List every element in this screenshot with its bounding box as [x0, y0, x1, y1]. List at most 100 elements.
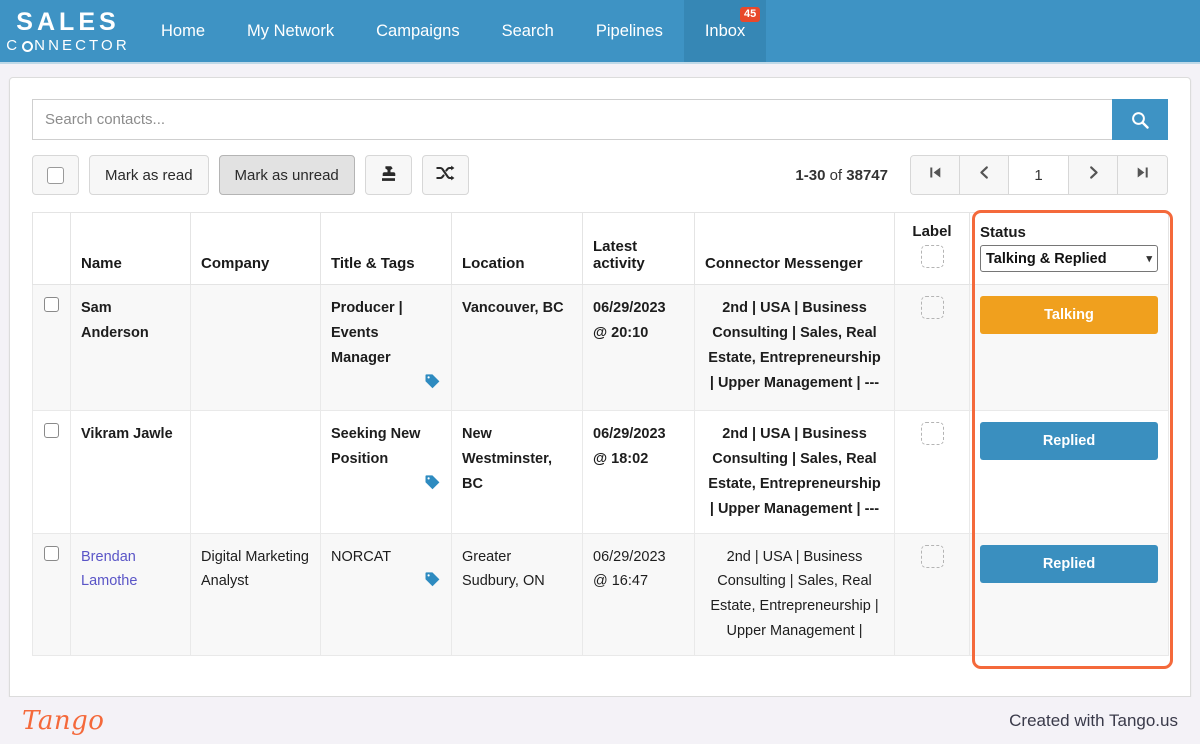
row-company: Digital Marketing Analyst: [190, 532, 321, 657]
select-all-checkbox[interactable]: [32, 155, 79, 195]
row-title-text: NORCAT: [331, 548, 392, 565]
row-connector-messenger: 2nd | USA | Business Consulting | Sales,…: [694, 532, 895, 657]
row-connector-messenger: 2nd | USA | Business Consulting | Sales,…: [694, 409, 895, 534]
row-company: [190, 284, 321, 411]
created-with-credit: Created with Tango.us: [1009, 710, 1178, 730]
nav-item-search[interactable]: Search: [481, 0, 575, 62]
col-header-status: Status Talking & Replied Talking Replied…: [969, 212, 1169, 285]
col-header-label: Label: [894, 212, 970, 285]
brand-logo-line2: C NNECTOR: [6, 36, 130, 54]
first-page-button[interactable]: [911, 156, 960, 194]
row-status-cell: Talking: [969, 284, 1169, 411]
tag-icon[interactable]: [331, 373, 441, 399]
row-title-tags: NORCAT: [320, 532, 452, 657]
action-toolbar: Mark as read Mark as unread 1-30 of 3874…: [32, 155, 1168, 195]
row-title-text: Seeking New Position: [331, 425, 421, 467]
prev-page-button[interactable]: [960, 156, 1009, 194]
mark-as-unread-label: Mark as unread: [234, 166, 339, 184]
status-button[interactable]: Talking: [980, 296, 1158, 334]
nav-item-home[interactable]: Home: [140, 0, 226, 62]
inbox-card: Mark as read Mark as unread: [9, 77, 1191, 697]
table-row[interactable]: Vikram Jawle Seeking New Position New We…: [32, 409, 1169, 534]
row-activity-time: @ 16:47: [593, 573, 649, 590]
shuffle-icon: [435, 163, 455, 187]
status-button[interactable]: Replied: [980, 421, 1158, 460]
tag-icon[interactable]: [331, 474, 441, 500]
row-checkbox-cell[interactable]: [32, 409, 71, 534]
row-latest-activity: 06/29/2023 @ 18:02: [582, 409, 695, 534]
col-header-company[interactable]: Company: [190, 212, 321, 285]
tag-icon[interactable]: [331, 571, 441, 597]
row-name[interactable]: Brendan Lamothe: [70, 532, 191, 657]
table-row[interactable]: Brendan Lamothe Digital Marketing Analys…: [32, 532, 1169, 657]
stamp-button[interactable]: [364, 155, 412, 195]
row-name[interactable]: Sam Anderson: [70, 284, 191, 411]
label-placeholder-icon: [920, 544, 944, 568]
row-label-cell[interactable]: [894, 409, 970, 534]
row-checkbox-icon: [44, 545, 59, 561]
col-header-label-text: Label: [912, 223, 952, 240]
status-filter-select[interactable]: Talking & Replied Talking Replied All: [980, 245, 1158, 272]
col-header-latest-activity[interactable]: Latest activity: [582, 212, 695, 285]
row-checkbox-icon: [44, 297, 59, 312]
row-activity-date: 06/29/2023: [593, 548, 666, 565]
top-navigation-bar: SALES C NNECTOR Home My Network Campaigns…: [0, 0, 1200, 64]
row-location: Vancouver, BC: [451, 284, 583, 411]
row-activity-date: 06/29/2023: [593, 425, 666, 442]
nav-item-my-network-label: My Network: [247, 21, 335, 40]
row-connector-messenger: 2nd | USA | Business Consulting | Sales,…: [694, 284, 895, 411]
row-activity-time: @ 20:10: [593, 324, 649, 341]
row-label-cell[interactable]: [894, 284, 970, 411]
col-header-location[interactable]: Location: [451, 212, 583, 285]
nav-item-my-network[interactable]: My Network: [226, 0, 355, 62]
next-page-icon: [1086, 165, 1101, 185]
row-checkbox-cell[interactable]: [32, 284, 71, 411]
nav-item-inbox-label: Inbox: [704, 21, 746, 40]
search-row: [32, 99, 1168, 140]
result-range: 1-30: [795, 166, 826, 184]
row-status-cell: Replied: [969, 409, 1169, 534]
mark-as-unread-button[interactable]: Mark as unread: [218, 155, 355, 195]
footer-bar: Tango Created with Tango.us: [0, 697, 1200, 744]
col-header-connector-messenger[interactable]: Connector Messenger: [694, 212, 895, 285]
next-page-button[interactable]: [1069, 156, 1118, 194]
last-page-button[interactable]: [1118, 156, 1167, 194]
row-latest-activity: 06/29/2023 @ 20:10: [582, 284, 695, 411]
logo-o-ring-icon: [21, 40, 33, 52]
nav-item-pipelines[interactable]: Pipelines: [575, 0, 684, 62]
row-activity-time: @ 18:02: [593, 450, 649, 467]
label-placeholder-icon[interactable]: [905, 245, 959, 272]
result-count: 1-30 of 38747: [795, 167, 888, 184]
nav-item-inbox[interactable]: Inbox 45: [683, 0, 767, 62]
nav-item-search-label: Search: [501, 21, 554, 40]
row-checkbox-cell[interactable]: [32, 532, 71, 657]
status-button[interactable]: Replied: [980, 544, 1158, 583]
row-label-cell[interactable]: [894, 532, 970, 657]
nav-item-campaigns[interactable]: Campaigns: [355, 0, 480, 62]
row-latest-activity: 06/29/2023 @ 16:47: [582, 532, 695, 657]
last-page-icon: [1135, 165, 1150, 185]
result-of-word: of: [829, 166, 843, 184]
shuffle-button[interactable]: [421, 155, 469, 195]
label-placeholder-icon: [920, 296, 944, 319]
contacts-table: Name Company Title & Tags Location Lates…: [32, 212, 1169, 657]
status-filter-label: Status: [980, 224, 1026, 241]
search-input[interactable]: [32, 99, 1112, 140]
nav-item-home-label: Home: [161, 21, 206, 40]
row-activity-date: 06/29/2023: [593, 300, 666, 316]
row-company: [190, 409, 321, 534]
col-header-name[interactable]: Name: [70, 212, 191, 285]
search-icon: [1130, 110, 1150, 130]
table-header-row: Name Company Title & Tags Location Lates…: [32, 212, 1169, 285]
checkbox-icon: [47, 166, 64, 184]
search-button[interactable]: [1112, 99, 1168, 140]
col-header-title-tags[interactable]: Title & Tags: [320, 212, 452, 285]
row-name[interactable]: Vikram Jawle: [70, 409, 191, 534]
mark-as-read-button[interactable]: Mark as read: [89, 155, 209, 195]
brand-logo[interactable]: SALES C NNECTOR: [0, 0, 130, 62]
row-title-tags: Producer | Events Manager: [320, 284, 452, 411]
current-page-input[interactable]: 1: [1009, 156, 1069, 194]
row-checkbox-icon: [44, 422, 59, 438]
contacts-table-wrapper: Name Company Title & Tags Location Lates…: [32, 210, 1173, 669]
table-row[interactable]: Sam Anderson Producer | Events Manager V…: [32, 284, 1169, 411]
